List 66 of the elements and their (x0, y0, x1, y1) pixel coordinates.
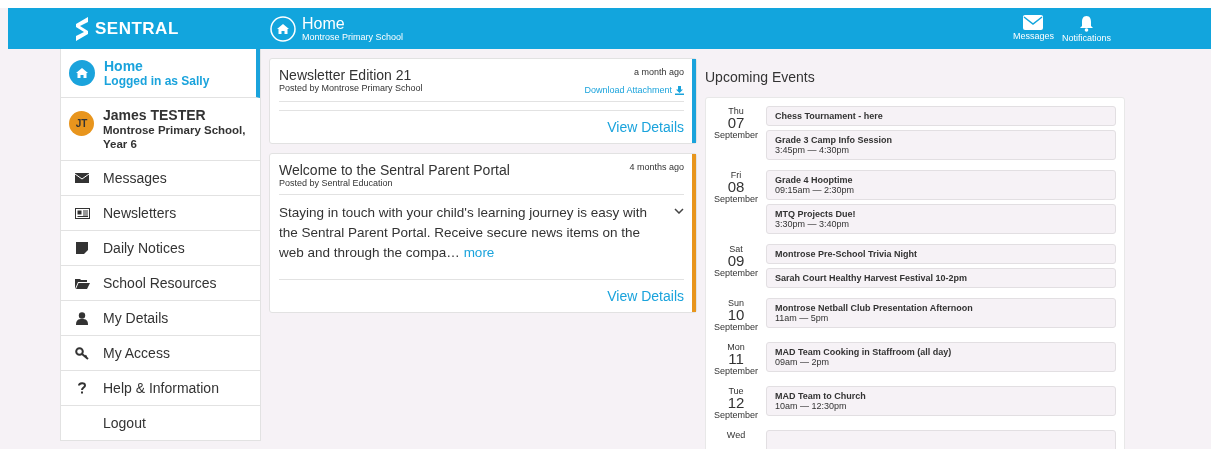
note-icon (76, 242, 88, 254)
event-day: 08 (727, 180, 745, 194)
event-day: 12 (727, 396, 745, 410)
event-day: 11 (728, 352, 744, 366)
question-icon (78, 382, 86, 394)
event-item[interactable]: Chess Tournament - here (766, 106, 1116, 126)
download-icon (675, 85, 684, 95)
sidebar-item[interactable]: My Details (61, 301, 260, 336)
sidebar-item[interactable]: Help & Information (61, 371, 260, 406)
event-item[interactable]: Grade 4 Hooptime 09:15am — 2:30pm (766, 170, 1116, 200)
event-day: 07 (727, 116, 745, 130)
event-weekday: Thu (728, 106, 744, 116)
folder-icon (74, 277, 90, 289)
student-name: James TESTER (103, 107, 207, 123)
bell-icon (1078, 14, 1095, 32)
post-body: Staying in touch with your child's learning journey is easy with the Sentral Parent Portal. Receive secure news items on the web and through the compa… more (279, 204, 648, 262)
post-time: a month ago (633, 67, 684, 77)
page-title: Home (302, 15, 346, 32)
event-month: September (714, 322, 758, 332)
person-icon (76, 311, 88, 325)
post-author: Posted by Sentral Education (279, 178, 394, 188)
event-weekday: Fri (730, 170, 742, 180)
event-item[interactable]: MAD Team to Church 10am — 12:30pm (766, 386, 1116, 416)
envelope-icon (75, 173, 89, 183)
event-item[interactable]: Montrose Netball Club Presentation Afternoon 11am — 5pm (766, 298, 1116, 328)
event-month: September (714, 410, 758, 420)
event-month: September (714, 194, 758, 204)
event-month: September (714, 366, 758, 376)
event-item[interactable]: Sarah Court Healthy Harvest Festival 10-2pm (766, 268, 1116, 288)
newspaper-icon (74, 207, 90, 219)
post-time: 4 months ago (629, 162, 684, 172)
chevron-icon[interactable] (674, 208, 684, 214)
event-item[interactable]: Montrose Pre-School Trivia Night (766, 244, 1116, 264)
sidebar-item[interactable]: School Resources (61, 266, 260, 301)
event-day: 09 (727, 254, 745, 268)
event-weekday: Tue (728, 386, 744, 396)
post-title: Newsletter Edition 21 (279, 67, 413, 83)
home-icon (69, 60, 95, 86)
home-icon (270, 15, 296, 42)
event-item[interactable]: Grade 3 Camp Info Session 3:45pm — 4:30pm (766, 130, 1116, 160)
event-weekday: Wed (726, 430, 746, 440)
envelope-icon (1023, 14, 1044, 30)
logo-text: SENTRAL (95, 18, 179, 39)
event-item[interactable]: MAD Team Cooking in Staffroom (all day) 09am — 2pm (766, 342, 1116, 372)
home-title: Home (104, 58, 144, 74)
sidebar-item[interactable]: Logout (61, 406, 260, 440)
school-name: Montrose Primary School (302, 32, 404, 42)
post-title: Welcome to the Sentral Parent Portal (279, 162, 510, 178)
student-details: Montrose Primary School, Year 6 (103, 123, 247, 151)
event-day: 10 (727, 308, 745, 322)
post-author: Posted by Montrose Primary School (279, 83, 423, 93)
event-weekday: Mon (727, 342, 745, 352)
event-month: September (714, 268, 758, 278)
avatar: JT (69, 111, 94, 136)
key-icon (75, 346, 89, 360)
logo-icon (74, 14, 90, 43)
section-title: Upcoming Events (705, 69, 816, 85)
event-item[interactable]: MTQ Projects Due! 3:30pm — 3:40pm (766, 204, 1116, 234)
event-weekday: Sat (729, 244, 743, 254)
sidebar-item[interactable]: My Access (61, 336, 260, 371)
event-month: September (714, 130, 758, 140)
event-weekday: Sun (728, 298, 744, 308)
sidebar-item[interactable]: Newsletters (61, 196, 260, 231)
sidebar-item[interactable]: Messages (61, 161, 260, 196)
login-status: Logged in as Sally (104, 74, 210, 88)
sidebar-item[interactable]: Daily Notices (61, 231, 260, 266)
